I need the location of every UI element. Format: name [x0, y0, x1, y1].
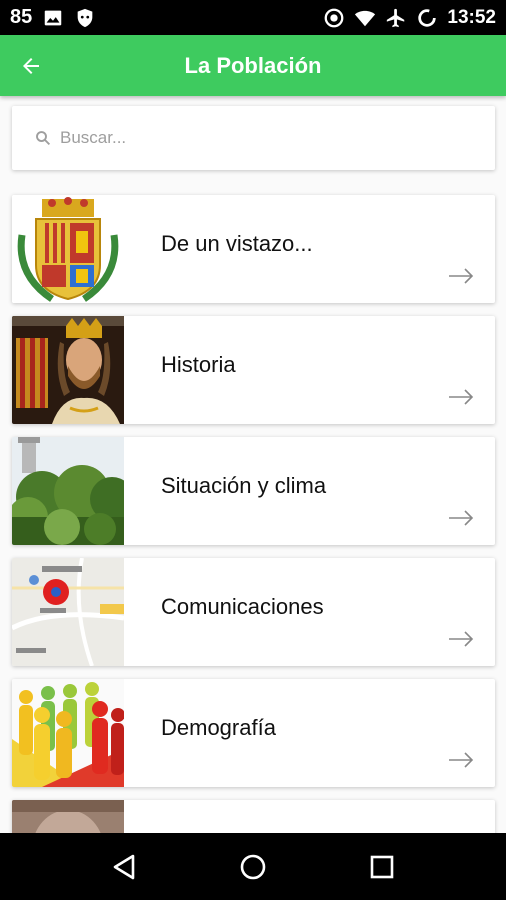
nav-back-button[interactable]	[104, 847, 144, 887]
trees-landscape-image	[12, 437, 124, 545]
nav-recents-button[interactable]	[362, 847, 402, 887]
list-item-historia[interactable]: Historia	[12, 316, 495, 424]
search-box[interactable]	[12, 106, 495, 170]
back-triangle-icon	[114, 854, 135, 879]
shield-icon	[77, 8, 93, 27]
king-portrait-image	[12, 316, 124, 424]
image-icon	[45, 10, 62, 25]
airplane-icon	[387, 8, 405, 27]
app-bar: La Población	[0, 35, 506, 96]
list-item-de-un-vistazo[interactable]: De un vistazo...	[12, 195, 495, 303]
clock: 13:52	[447, 6, 496, 28]
list-item-label: De un vistazo...	[161, 231, 313, 256]
navigation-bar	[0, 833, 506, 900]
list-item-label: Historia	[161, 352, 236, 377]
data-saver-icon	[324, 8, 344, 27]
status-bar: 85 13:52	[0, 0, 506, 35]
search-input[interactable]	[60, 128, 460, 148]
people-figures-image	[12, 679, 124, 787]
wifi-icon	[355, 10, 376, 26]
list-item-label: Comunicaciones	[161, 594, 324, 619]
list-item-comunicaciones[interactable]: Comunicaciones	[12, 558, 495, 666]
sync-icon	[418, 8, 437, 27]
recents-square-icon	[370, 855, 393, 878]
home-circle-icon	[240, 854, 266, 879]
arrow-right-icon	[449, 389, 474, 405]
list-item-label: Situación y clima	[161, 473, 327, 498]
list-item-label: Demografía	[161, 715, 276, 740]
arrow-right-icon	[449, 510, 474, 526]
map-image	[12, 558, 124, 666]
page-title: La Población	[184, 53, 322, 78]
search-icon	[36, 131, 51, 146]
arrow-right-icon	[449, 268, 474, 284]
coat-of-arms-image	[12, 195, 124, 303]
list-item-demografia[interactable]: Demografía	[12, 679, 495, 787]
status-number: 85	[10, 6, 33, 28]
arrow-right-icon	[449, 631, 474, 647]
arrow-right-icon	[449, 752, 474, 768]
nav-home-button[interactable]	[233, 847, 273, 887]
list-item-situacion-y-clima[interactable]: Situación y clima	[12, 437, 495, 545]
